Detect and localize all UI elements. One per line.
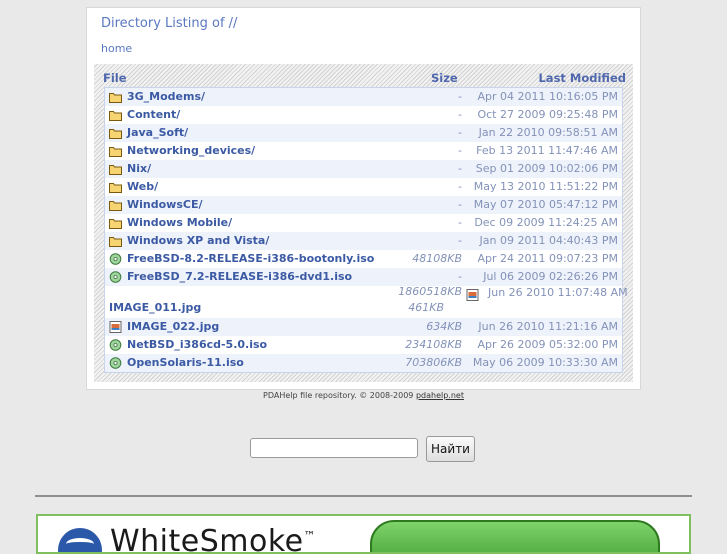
search-button[interactable]: Найти (426, 436, 475, 462)
whitesmoke-logo-icon (58, 528, 102, 552)
home-link[interactable]: home (101, 42, 132, 55)
table-row[interactable]: OpenSolaris-11.iso 703806KB May 06 2009 … (105, 354, 622, 372)
table-row[interactable]: WindowsCE/ - May 07 2010 05:47:12 PM (105, 196, 622, 214)
folder-icon (109, 111, 122, 121)
file-size: - (458, 162, 462, 175)
file-date: Jul 06 2009 02:26:26 PM (483, 270, 618, 283)
divider (35, 495, 692, 497)
table-row[interactable]: 1860518KB IMAGE_011.jpg 461KB Jun 26 201… (105, 285, 628, 316)
column-header-modified[interactable]: Last Modified (538, 71, 626, 85)
file-link[interactable]: Windows Mobile/ (127, 216, 232, 229)
file-size: 634KB (426, 320, 462, 333)
folder-icon (109, 93, 122, 103)
table-row[interactable]: IMAGE_022.jpg 634KB Jun 26 2010 11:21:16… (105, 318, 622, 336)
file-size: 1860518KB (398, 285, 462, 298)
file-link[interactable]: WindowsCE/ (127, 198, 202, 211)
file-link[interactable]: Content/ (127, 108, 180, 121)
file-date: Jun 26 2010 11:07:48 AM (488, 286, 628, 299)
table-row[interactable]: Content/ - Oct 27 2009 09:25:48 PM (105, 106, 622, 124)
file-date: Jan 09 2011 04:40:43 PM (479, 234, 618, 247)
file-size: - (458, 234, 462, 247)
file-size: - (458, 216, 462, 229)
column-header-size[interactable]: Size (431, 71, 458, 85)
folder-icon (109, 129, 122, 139)
file-size: 234108KB (405, 338, 462, 351)
file-link[interactable]: NetBSD_i386cd-5.0.iso (127, 338, 267, 351)
file-date: May 13 2010 11:51:22 PM (473, 180, 618, 193)
file-size: - (458, 90, 462, 103)
file-listing: File Size Last Modified 3G_Modems/ - Apr… (94, 64, 633, 382)
file-link[interactable]: 3G_Modems/ (127, 90, 205, 103)
file-link[interactable]: OpenSolaris-11.iso (127, 356, 244, 369)
image-icon (466, 289, 479, 301)
disc-icon (109, 253, 122, 265)
file-date: Sep 01 2009 10:02:06 PM (475, 162, 618, 175)
file-link[interactable]: Nix/ (127, 162, 151, 175)
file-size: 48108KB (412, 252, 462, 265)
table-row[interactable]: Web/ - May 13 2010 11:51:22 PM (105, 178, 622, 196)
disc-icon (109, 357, 122, 369)
file-link[interactable]: Web/ (127, 180, 158, 193)
file-link[interactable]: FreeBSD_7.2-RELEASE-i386-dvd1.iso (127, 270, 352, 283)
footer: PDAHelp file repository. © 2008-2009 pda… (0, 391, 727, 400)
table-row[interactable]: Java_Soft/ - Jan 22 2010 09:58:51 AM (105, 124, 622, 142)
folder-icon (109, 237, 122, 247)
file-size: - (458, 198, 462, 211)
file-date: May 06 2009 10:33:30 AM (472, 356, 618, 369)
table-row[interactable]: Windows XP and Vista/ - Jan 09 2011 04:4… (105, 232, 622, 250)
file-link[interactable]: Java_Soft/ (127, 126, 188, 139)
file-link[interactable]: IMAGE_022.jpg (127, 320, 219, 333)
footer-text: PDAHelp file repository. © 2008-2009 (263, 391, 416, 400)
file-date: Oct 27 2009 09:25:48 PM (477, 108, 618, 121)
file-date: Jun 26 2010 11:21:16 AM (478, 320, 618, 333)
table-row[interactable]: FreeBSD-8.2-RELEASE-i386-bootonly.iso 48… (105, 250, 622, 268)
directory-panel: Directory Listing of // home File Size L… (86, 7, 641, 390)
file-size: - (458, 144, 462, 157)
table-row[interactable]: FreeBSD_7.2-RELEASE-i386-dvd1.iso - Jul … (105, 268, 622, 286)
file-link[interactable]: Windows XP and Vista/ (127, 234, 269, 247)
banner-brand: WhiteSmoke™ (110, 524, 317, 554)
file-link[interactable]: FreeBSD-8.2-RELEASE-i386-bootonly.iso (127, 252, 374, 265)
file-date: Apr 26 2009 05:32:00 PM (477, 338, 618, 351)
file-date: Jan 22 2010 09:58:51 AM (478, 126, 618, 139)
table-row[interactable]: Networking_devices/ - Feb 13 2011 11:47:… (105, 142, 622, 160)
table-row[interactable]: 3G_Modems/ - Apr 04 2011 10:16:05 PM (105, 88, 622, 106)
table-row[interactable]: Nix/ - Sep 01 2009 10:02:06 PM (105, 160, 622, 178)
page-title: Directory Listing of // (101, 16, 238, 31)
file-size: - (458, 180, 462, 193)
file-link[interactable]: Networking_devices/ (127, 144, 255, 157)
file-date: May 07 2010 05:47:12 PM (473, 198, 618, 211)
column-header-file[interactable]: File (103, 71, 127, 85)
file-size: 703806KB (405, 356, 462, 369)
folder-icon (109, 183, 122, 193)
disc-icon (109, 271, 122, 283)
banner-cta-button[interactable] (370, 520, 660, 552)
file-size: - (458, 126, 462, 139)
footer-link[interactable]: pdahelp.net (416, 391, 464, 400)
file-size: - (458, 270, 462, 283)
file-date: Apr 24 2011 09:07:23 PM (477, 252, 618, 265)
file-size: - (458, 108, 462, 121)
image-icon (109, 321, 122, 333)
disc-icon (109, 339, 122, 351)
folder-icon (109, 201, 122, 211)
folder-icon (109, 165, 122, 175)
table-row[interactable]: Windows Mobile/ - Dec 09 2009 11:24:25 A… (105, 214, 622, 232)
file-size: 461KB (408, 301, 444, 314)
file-date: Feb 13 2011 11:47:46 AM (476, 144, 618, 157)
file-date: Dec 09 2009 11:24:25 AM (474, 216, 618, 229)
ad-banner[interactable]: WhiteSmoke™ (36, 514, 691, 554)
file-link[interactable]: IMAGE_011.jpg (109, 301, 201, 314)
file-date: Apr 04 2011 10:16:05 PM (477, 90, 618, 103)
table-row[interactable]: NetBSD_i386cd-5.0.iso 234108KB Apr 26 20… (105, 336, 622, 354)
search-input[interactable] (250, 438, 418, 458)
folder-icon (109, 147, 122, 157)
file-table: 3G_Modems/ - Apr 04 2011 10:16:05 PM Con… (104, 87, 628, 373)
folder-icon (109, 219, 122, 229)
